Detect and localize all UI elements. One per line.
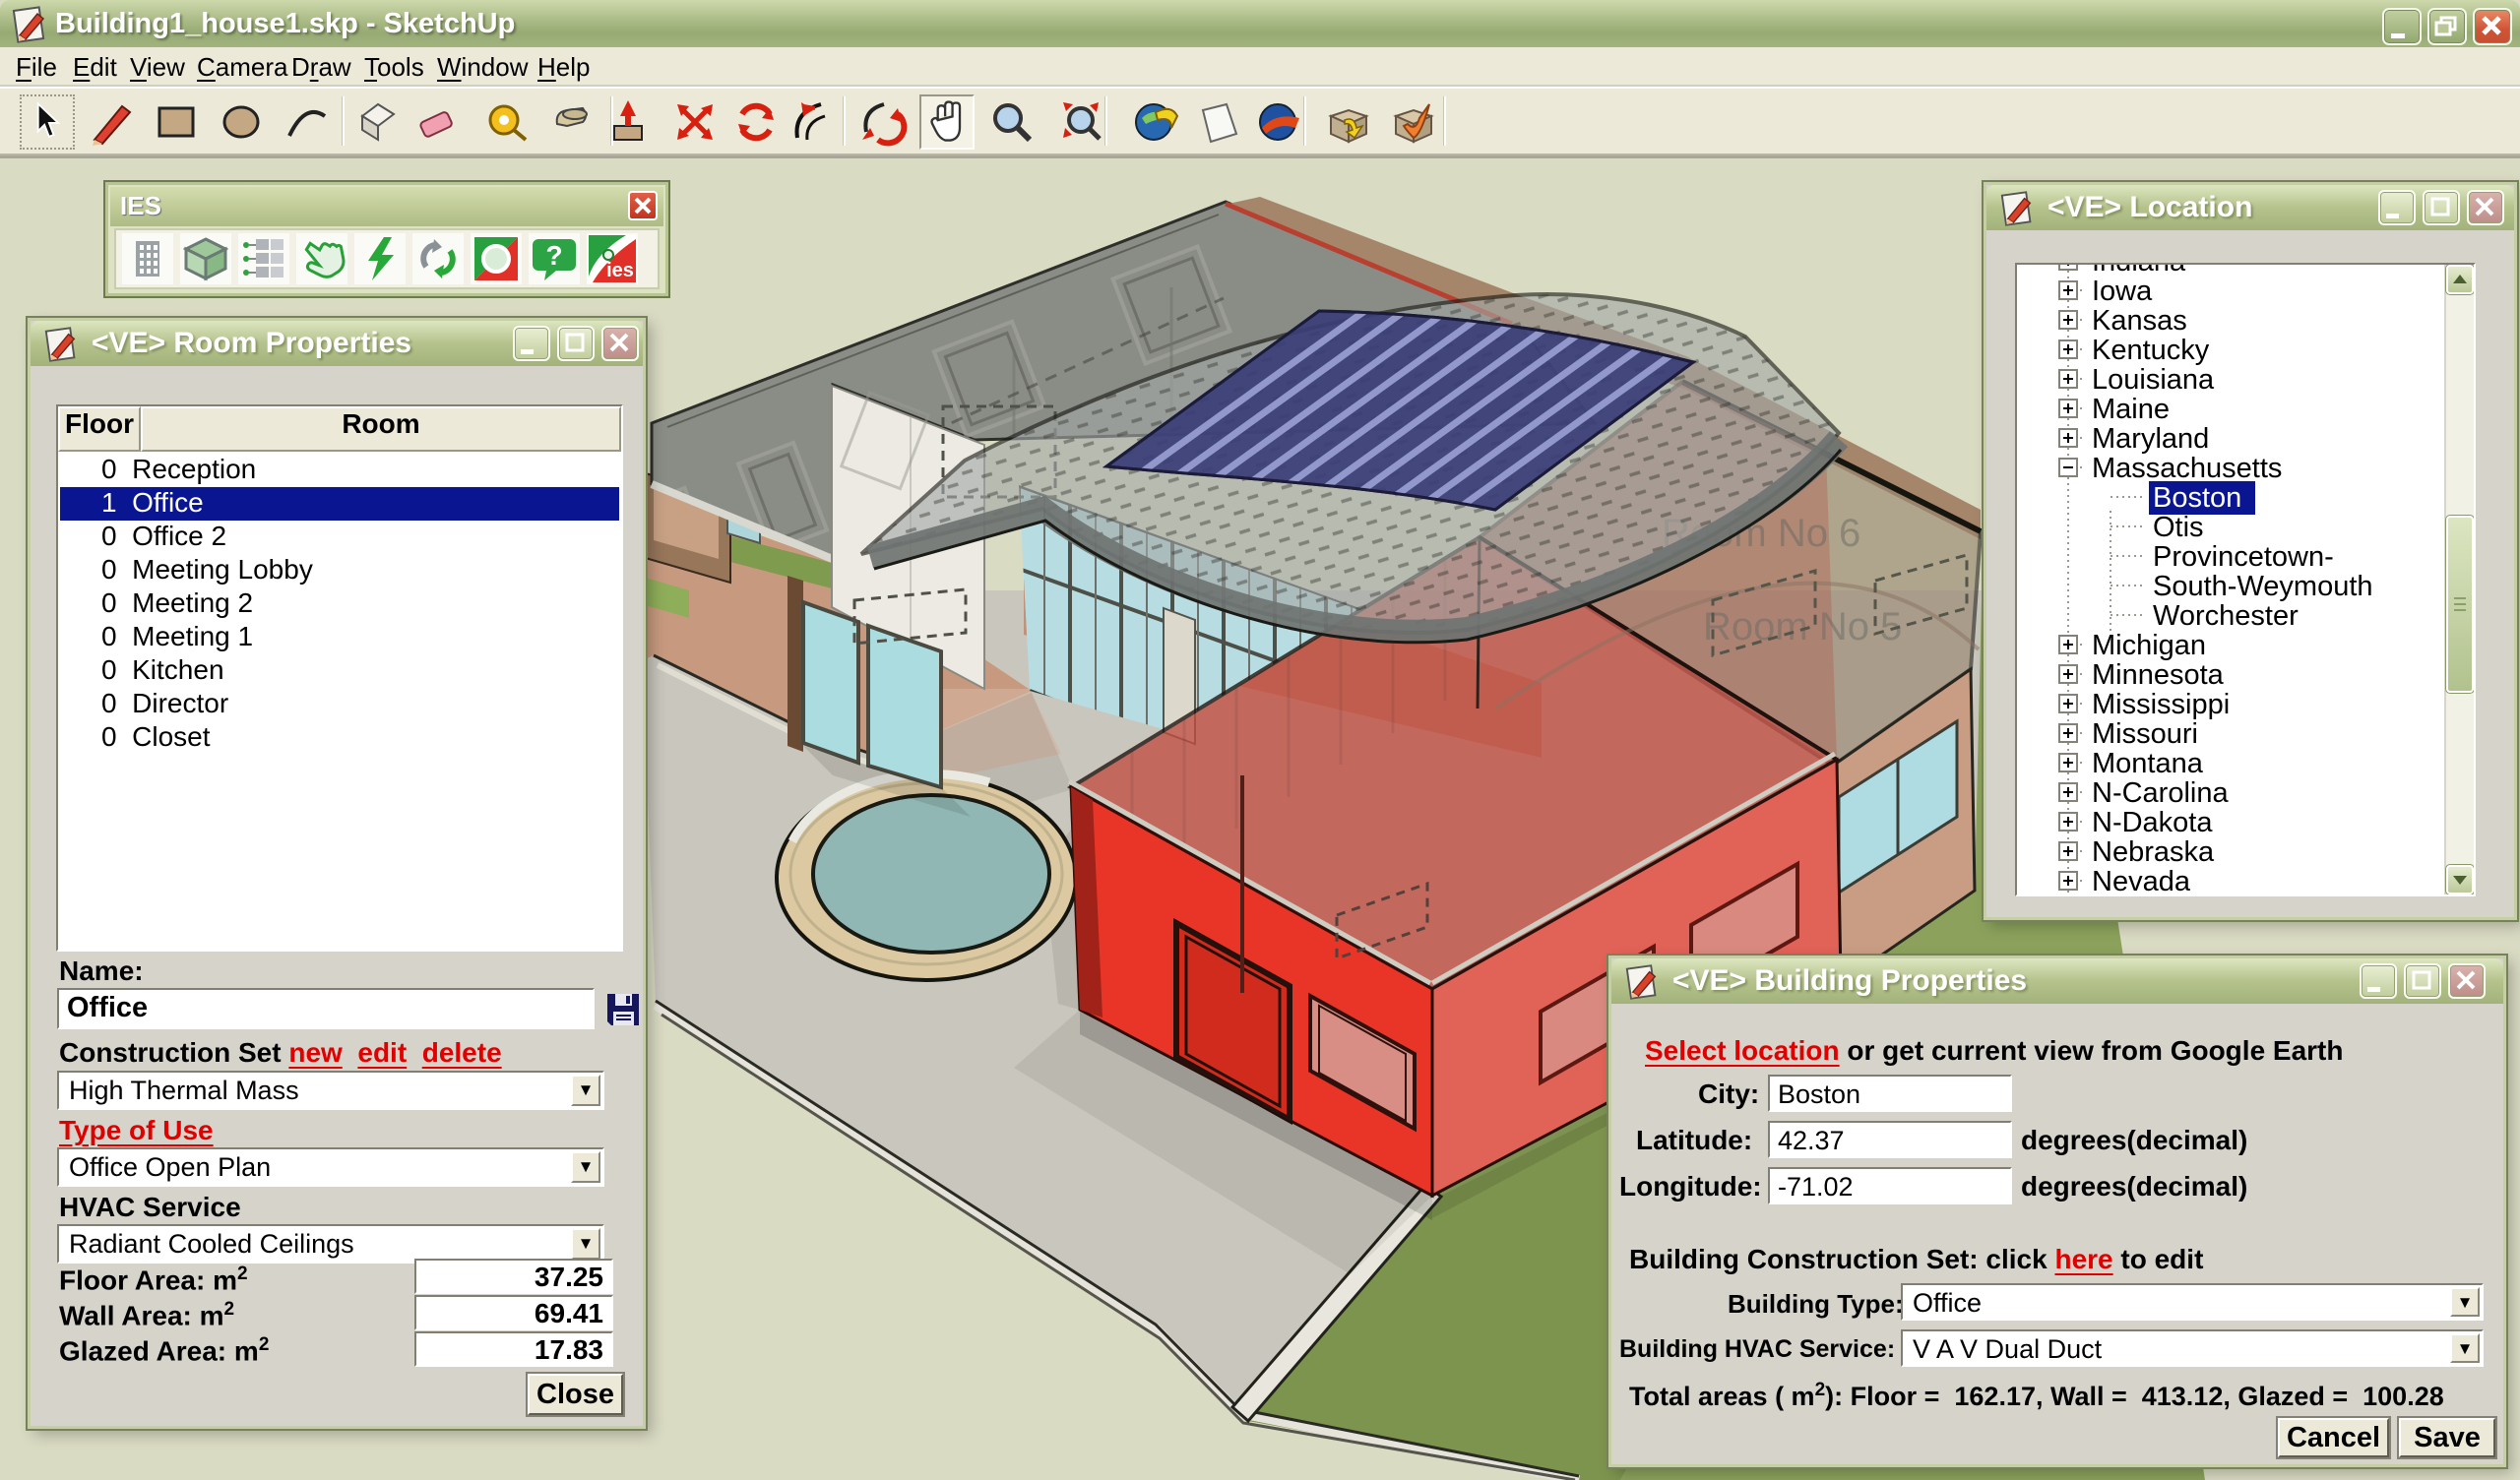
svg-text:Maryland: Maryland <box>2092 423 2209 455</box>
svg-text:Maine: Maine <box>2092 394 2170 425</box>
svg-text:Otis: Otis <box>2153 512 2204 543</box>
svg-text:Michigan: Michigan <box>2092 630 2206 661</box>
svg-text:N-Carolina: N-Carolina <box>2092 777 2229 809</box>
svg-text:Iowa: Iowa <box>2092 276 2153 307</box>
svg-text:Missouri: Missouri <box>2092 718 2198 750</box>
svg-text:Worchester: Worchester <box>2153 600 2299 632</box>
svg-text:N-Dakota: N-Dakota <box>2092 807 2213 838</box>
svg-text:Nevada: Nevada <box>2092 866 2191 894</box>
svg-text:Minnesota: Minnesota <box>2092 659 2225 691</box>
svg-text:Montana: Montana <box>2092 748 2204 779</box>
svg-text:Louisiana: Louisiana <box>2092 364 2215 396</box>
svg-text:Kentucky: Kentucky <box>2092 335 2210 366</box>
svg-text:?: ? <box>545 240 562 271</box>
svg-text:Massachusetts: Massachusetts <box>2092 453 2282 484</box>
svg-text:Nebraska: Nebraska <box>2092 836 2215 868</box>
svg-text:ies: ies <box>606 260 634 281</box>
svg-text:Mississippi: Mississippi <box>2092 689 2230 720</box>
svg-text:Room No 5: Room No 5 <box>1703 605 1902 648</box>
svg-text:Provincetown-: Provincetown- <box>2153 541 2334 573</box>
svg-text:South-Weymouth: South-Weymouth <box>2153 571 2373 602</box>
svg-text:Kansas: Kansas <box>2092 305 2187 337</box>
svg-text:Boston: Boston <box>2153 482 2241 514</box>
